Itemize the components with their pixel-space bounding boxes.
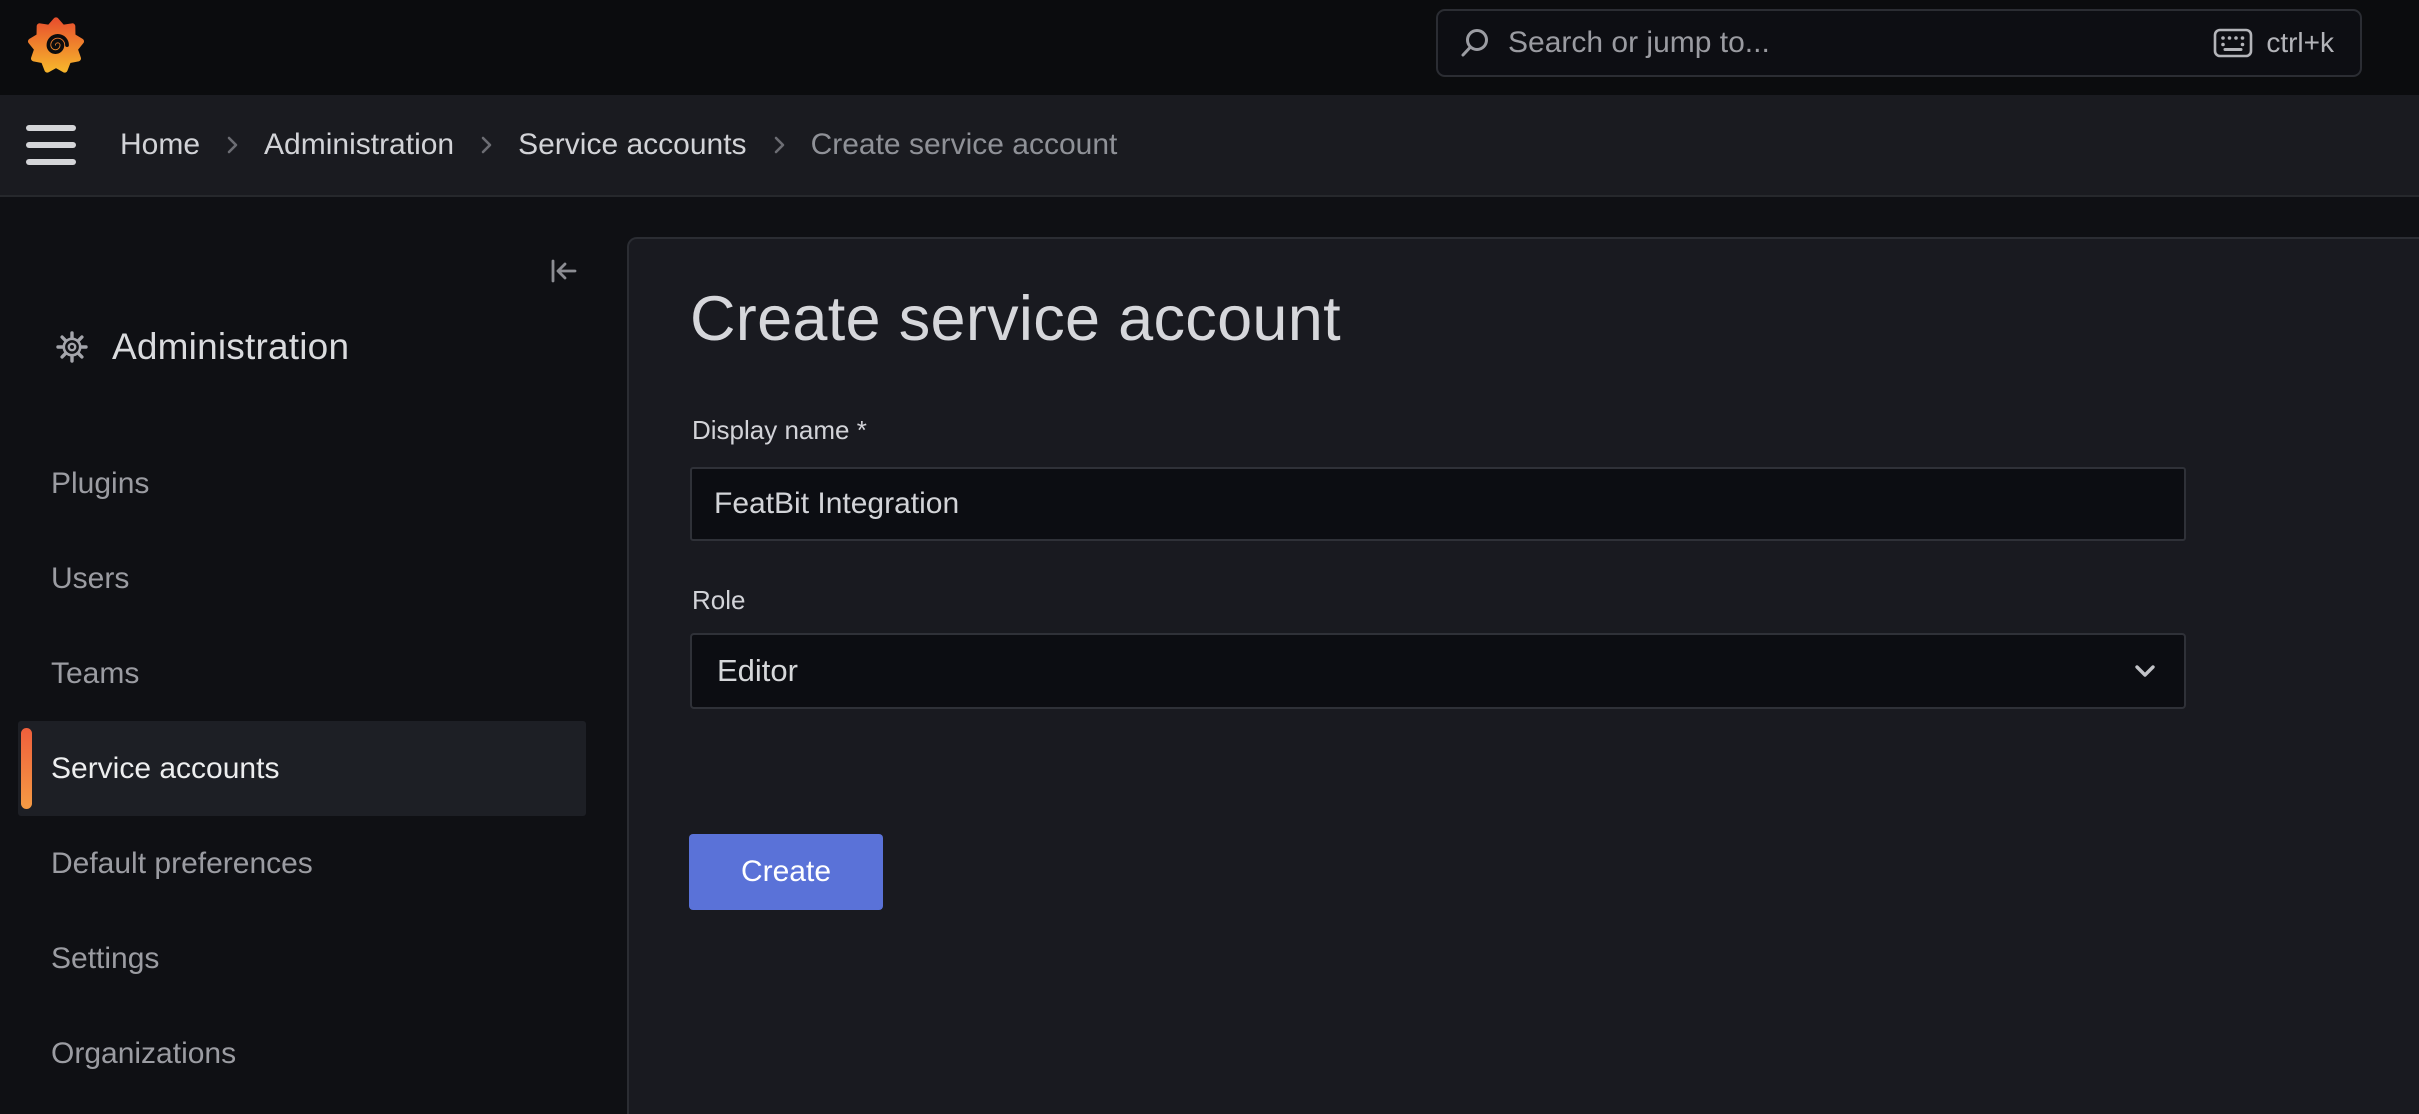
content-pane: Create service account Display name * Ro… — [627, 237, 2419, 1114]
breadcrumb-current: Create service account — [811, 128, 1118, 162]
sidebar-header-label: Administration — [112, 326, 349, 368]
sidebar-item-teams[interactable]: Teams — [0, 626, 586, 721]
menu-toggle-icon[interactable] — [26, 125, 76, 165]
sidebar-header: Administration — [55, 326, 349, 368]
create-button[interactable]: Create — [689, 834, 883, 910]
keyboard-icon — [2213, 28, 2253, 58]
search-shortcut-label: ctrl+k — [2266, 27, 2334, 59]
sidebar-item-default-preferences[interactable]: Default preferences — [0, 816, 586, 911]
sidebar-item-plugins[interactable]: Plugins — [0, 436, 586, 531]
gear-icon — [55, 330, 89, 364]
chevron-right-icon — [475, 134, 497, 156]
role-select[interactable]: Editor — [690, 633, 2186, 709]
chevron-right-icon — [768, 134, 790, 156]
display-name-label: Display name * — [692, 415, 867, 446]
role-select-value: Editor — [717, 653, 798, 689]
chevron-down-icon — [2132, 658, 2158, 684]
breadcrumb: Home Administration Service accounts Cre… — [120, 128, 1117, 162]
role-label: Role — [692, 585, 745, 616]
breadcrumb-administration[interactable]: Administration — [264, 128, 454, 162]
sidebar-nav: Plugins Users Teams Service accounts Def… — [0, 436, 586, 1101]
search-input[interactable] — [1508, 26, 2213, 60]
sidebar-item-service-accounts[interactable]: Service accounts — [18, 721, 586, 816]
breadcrumb-home[interactable]: Home — [120, 128, 200, 162]
search-icon — [1458, 26, 1492, 60]
search-shortcut: ctrl+k — [2213, 27, 2334, 59]
chevron-right-icon — [221, 134, 243, 156]
collapse-sidebar-icon[interactable] — [544, 252, 584, 292]
sidebar-item-organizations[interactable]: Organizations — [0, 1006, 586, 1101]
breadcrumb-service-accounts[interactable]: Service accounts — [518, 128, 746, 162]
search-box[interactable]: ctrl+k — [1436, 9, 2362, 77]
top-bar: ctrl+k — [0, 0, 2419, 95]
page-title: Create service account — [690, 283, 1341, 355]
sidebar-item-users[interactable]: Users — [0, 531, 586, 626]
sidebar-item-settings[interactable]: Settings — [0, 911, 586, 1006]
grafana-app: ctrl+k Home Administration Service accou… — [0, 0, 2419, 1114]
grafana-logo-icon[interactable] — [27, 13, 85, 75]
breadcrumb-bar: Home Administration Service accounts Cre… — [0, 95, 2419, 197]
display-name-input[interactable] — [690, 467, 2186, 541]
